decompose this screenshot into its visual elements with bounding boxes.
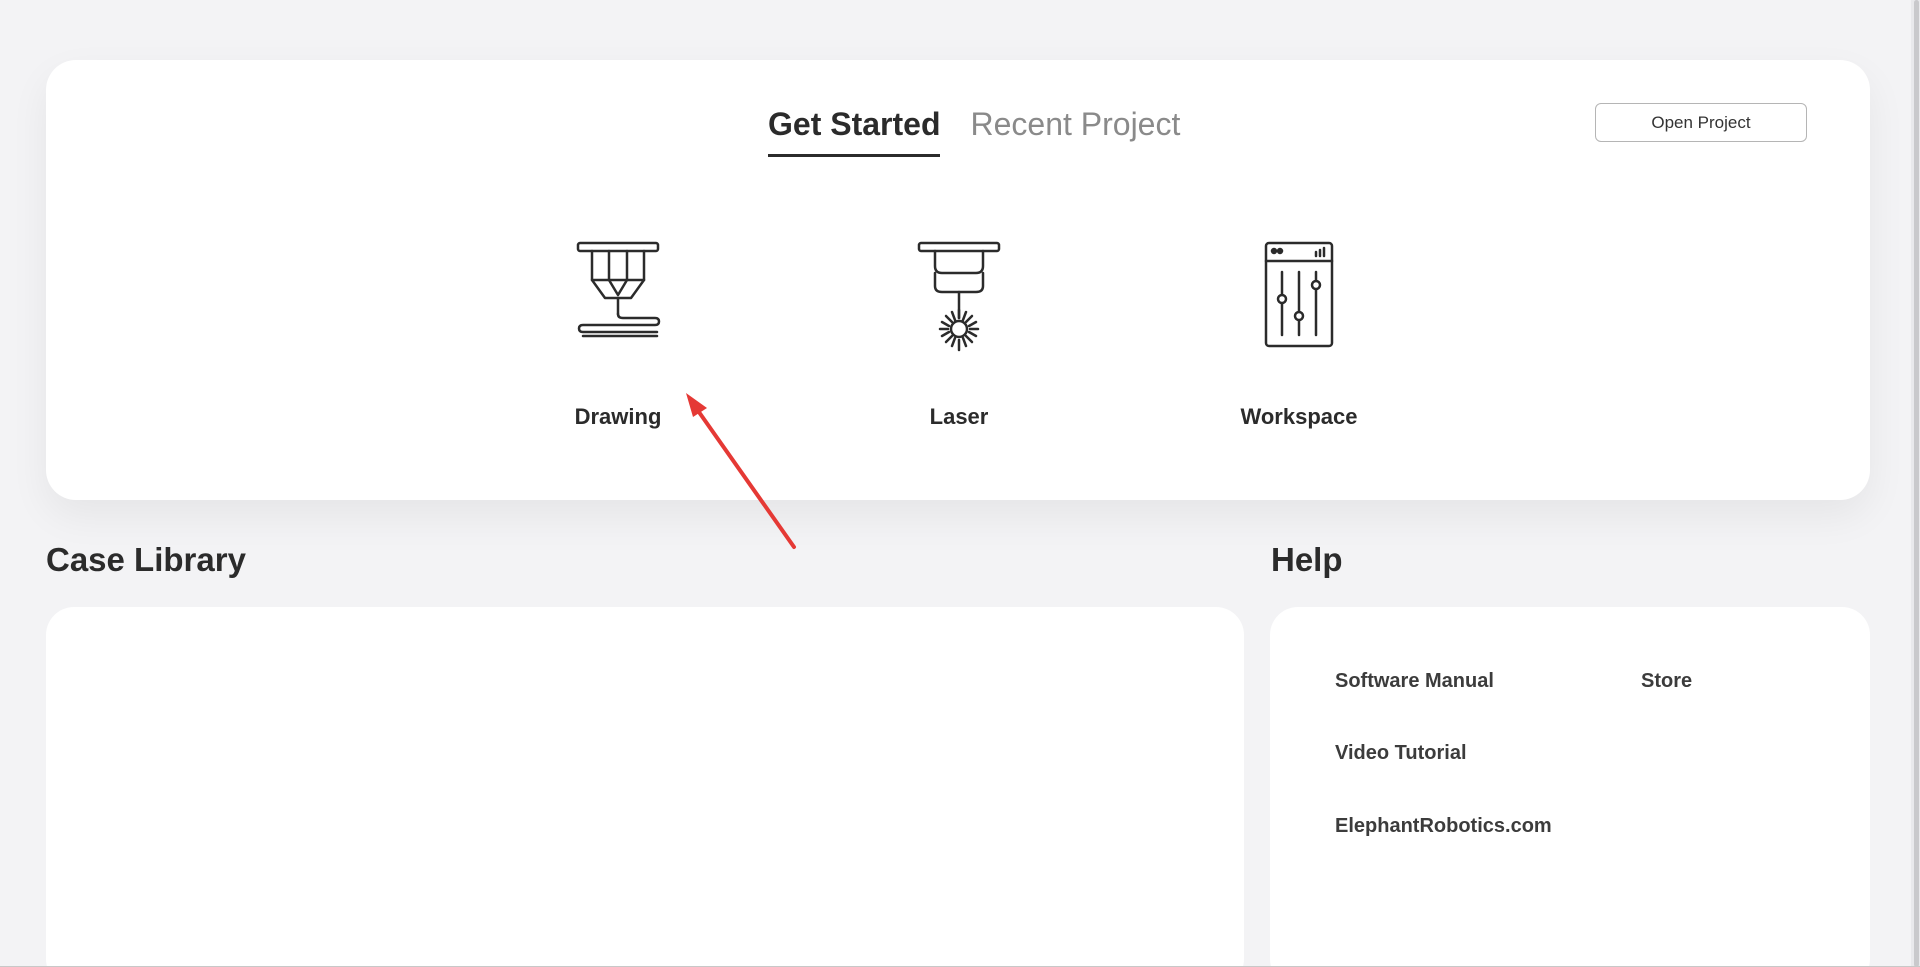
mode-drawing-label: Drawing — [574, 404, 662, 429]
tab-recent-project[interactable]: Recent Project — [970, 104, 1180, 157]
video-tutorial-link[interactable]: Video Tutorial — [1335, 742, 1467, 765]
mode-workspace-label: Workspace — [1240, 404, 1358, 429]
mode-workspace[interactable]: Workspace — [1209, 240, 1389, 430]
sliders-panel-icon — [1264, 241, 1334, 348]
open-project-button[interactable]: Open Project — [1595, 103, 1807, 142]
elephantrobotics-link[interactable]: ElephantRobotics.com — [1335, 815, 1552, 838]
page: Get Started Recent Project Open Project — [0, 0, 1920, 967]
laser-head-icon — [917, 241, 1001, 352]
tab-bar: Get Started Recent Project — [768, 104, 1180, 157]
tab-get-started[interactable]: Get Started — [768, 104, 941, 157]
help-panel: Software Manual Store Video Tutorial Ele… — [1270, 607, 1870, 967]
software-manual-link[interactable]: Software Manual — [1335, 670, 1494, 693]
store-link[interactable]: Store — [1641, 670, 1692, 693]
get-started-panel: Get Started Recent Project Open Project — [46, 60, 1870, 500]
case-library-title: Case Library — [46, 541, 246, 578]
vertical-scrollbar[interactable] — [1911, 0, 1920, 967]
scrollbar-thumb[interactable] — [1914, 0, 1919, 967]
help-title: Help — [1271, 541, 1343, 578]
mode-laser[interactable]: Laser — [869, 240, 1049, 430]
mode-list: Drawing Laser Workspace — [46, 240, 1870, 440]
case-library-panel — [46, 607, 1244, 967]
mode-laser-label: Laser — [929, 404, 989, 429]
pen-plotter-icon — [576, 241, 661, 338]
mode-drawing[interactable]: Drawing — [528, 240, 708, 430]
